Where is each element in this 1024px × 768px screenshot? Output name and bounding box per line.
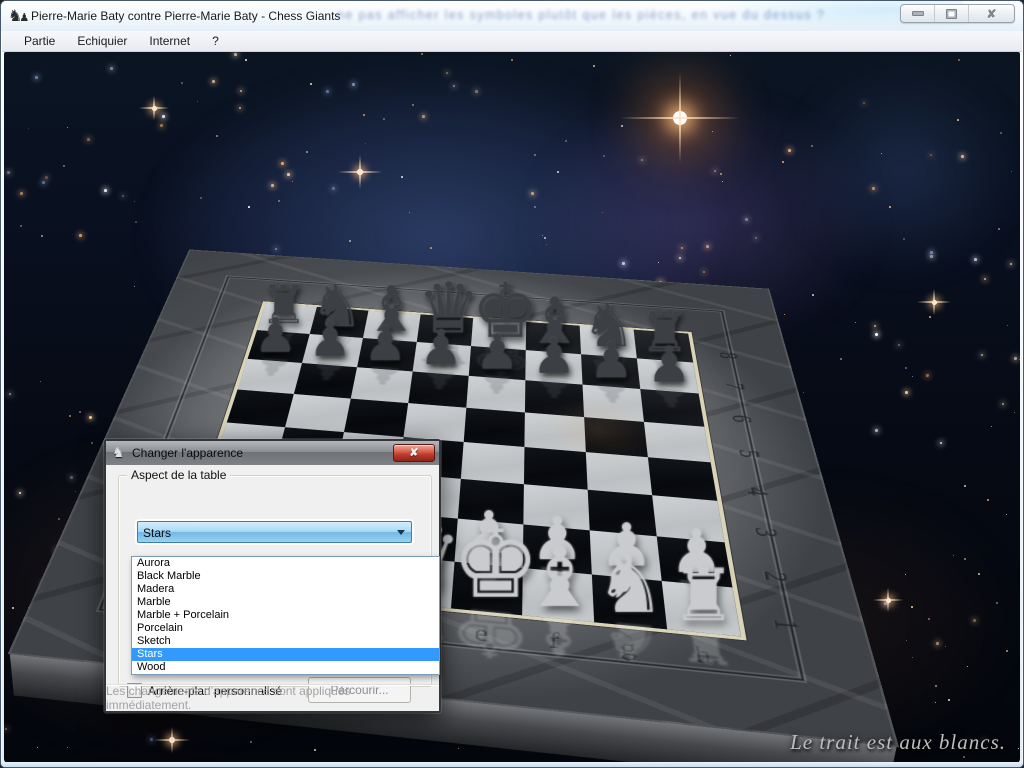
piece-white-king-e1[interactable]: ♚♚ [451, 561, 523, 615]
board-square-d6[interactable] [408, 371, 468, 407]
table-aspect-combobox[interactable]: Stars [137, 521, 412, 543]
maximize-icon [946, 9, 957, 19]
list-item-marble-porcelain[interactable]: Marble + Porcelain [132, 609, 439, 622]
board-square-a5[interactable] [227, 389, 294, 427]
knight-icon: ♞ [112, 444, 125, 462]
piece-white-rook-h1[interactable]: ♜♜ [662, 580, 741, 636]
close-button[interactable]: ✘ [968, 5, 1014, 22]
list-item-madera[interactable]: Madera [132, 583, 439, 596]
rook-glyph: ♜ [668, 563, 740, 629]
board-square-b6[interactable] [294, 363, 357, 399]
dialog-status-text: Les changements d'apparence sont appliqu… [106, 684, 439, 712]
piece-black-pawn-e7[interactable]: ♟♟ [469, 346, 526, 380]
menubar: Partie Echiquier Internet ? [2, 31, 1022, 52]
pawn-glyph: ♟ [526, 335, 582, 380]
board-square-c5[interactable] [344, 398, 408, 436]
combobox-value: Stars [143, 526, 171, 540]
aspect-dropdown-list: Aurora Black Marble Madera Marble Marble… [131, 556, 440, 675]
dialog-titlebar[interactable]: ♞ Changer l'apparence ✘ [106, 441, 439, 466]
list-item-wood[interactable]: Wood [132, 661, 439, 674]
list-item-aurora[interactable]: Aurora [132, 557, 439, 570]
piece-black-pawn-f7[interactable]: ♟♟ [525, 350, 582, 384]
ghost-dialog-text: ne pas afficher les symboles plutôt que … [337, 8, 937, 22]
piece-black-pawn-b7[interactable]: ♟♟ [302, 334, 363, 367]
pawn-glyph: ♟ [302, 319, 357, 363]
chevron-down-icon [397, 530, 405, 535]
close-icon: ✘ [409, 448, 418, 459]
window-controls: ✘ [900, 4, 1015, 23]
piece-black-pawn-c7[interactable]: ♟♟ [357, 338, 417, 372]
menu-help[interactable]: ? [202, 32, 229, 50]
pawn-glyph: ♟ [583, 339, 640, 384]
dialog-close-button[interactable]: ✘ [393, 444, 435, 462]
list-item-marble[interactable]: Marble [132, 596, 439, 609]
app-window: ♞♟ Pierre-Marie Baty contre Pierre-Marie… [0, 0, 1024, 768]
window-title: Pierre-Marie Baty contre Pierre-Marie Ba… [31, 9, 340, 23]
board-square-f6[interactable] [525, 380, 584, 417]
bishop-glyph: ♝ [523, 539, 594, 615]
maximize-button[interactable] [934, 5, 968, 22]
dialog-title: Changer l'apparence [132, 446, 243, 460]
list-item-porcelain[interactable]: Porcelain [132, 622, 439, 635]
board-square-h6[interactable] [640, 389, 704, 427]
pawn-glyph: ♟ [248, 315, 303, 359]
list-item-stars-selected[interactable]: Stars [132, 648, 439, 661]
pawn-glyph: ♟ [469, 331, 525, 376]
list-item-sketch[interactable]: Sketch [132, 635, 439, 648]
dialog-status-bar: Les changements d'apparence sont appliqu… [106, 684, 439, 711]
list-item-black-marble[interactable]: Black Marble [132, 570, 439, 583]
close-icon: ✘ [986, 8, 996, 20]
menu-internet[interactable]: Internet [139, 32, 200, 50]
turn-status-text: Le trait est aux blancs. [790, 730, 1006, 755]
menu-echiquier[interactable]: Echiquier [67, 32, 137, 50]
piece-black-pawn-a7[interactable]: ♟♟ [248, 330, 310, 363]
app-icon: ♞♟ [8, 6, 28, 26]
titlebar[interactable]: ♞♟ Pierre-Marie Baty contre Pierre-Marie… [1, 1, 1023, 31]
groupbox-label: Aspect de la table [127, 468, 230, 482]
dialog-body: Aspect de la table Stars Aurora Black Ma… [106, 465, 439, 711]
pawn-glyph: ♟ [357, 323, 413, 367]
minimize-button[interactable] [901, 5, 934, 22]
appearance-dialog[interactable]: ♞ Changer l'apparence ✘ Aspect de la tab… [104, 439, 441, 713]
minimize-icon [912, 11, 924, 16]
piece-white-bishop-f1[interactable]: ♝♝ [522, 567, 594, 621]
piece-white-knight-g1[interactable]: ♞♞ [592, 574, 667, 629]
board-square-g6[interactable] [583, 384, 644, 421]
king-glyph: ♚ [451, 517, 522, 608]
piece-black-pawn-h7[interactable]: ♟♟ [637, 358, 699, 393]
knight-glyph: ♞ [595, 550, 666, 622]
menu-partie[interactable]: Partie [14, 32, 65, 50]
piece-black-pawn-d7[interactable]: ♟♟ [413, 342, 471, 376]
pawn-glyph: ♟ [413, 327, 469, 372]
piece-black-pawn-g7[interactable]: ♟♟ [581, 354, 640, 389]
window-bottom-frame [1, 762, 1023, 767]
board-square-c6[interactable] [351, 367, 413, 403]
board-square-g4[interactable] [586, 452, 652, 495]
